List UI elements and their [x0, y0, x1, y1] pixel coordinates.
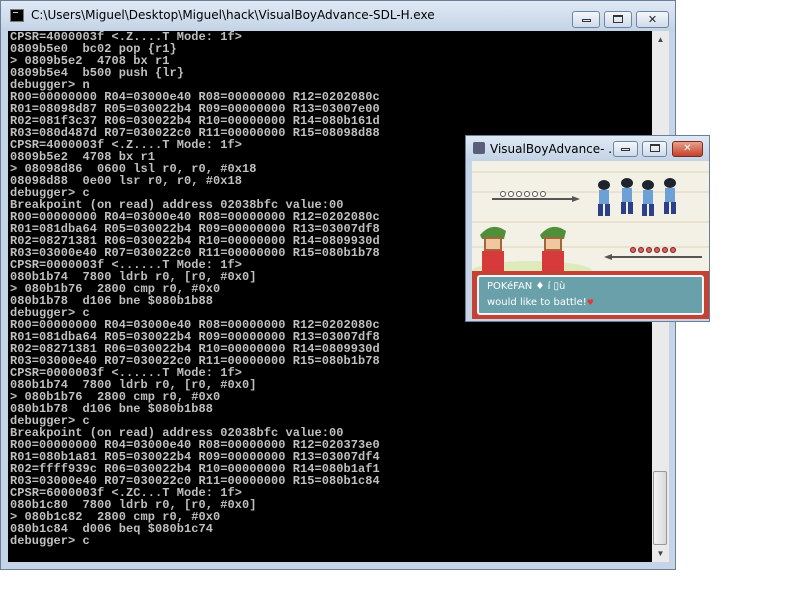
enemy-party-bar [492, 198, 572, 200]
minimize-icon [581, 19, 591, 22]
console-line: 0809b5e4 b500 push {lr} [10, 66, 185, 80]
vba-minimize-button[interactable] [613, 141, 638, 157]
battle-dialog-inner: POKéFAN ♦ í ▯ù would like to battle!♥ [477, 275, 704, 315]
vba-app-icon[interactable] [473, 142, 485, 154]
console-maximize-button[interactable] [604, 11, 632, 28]
console-minimize-button[interactable] [572, 11, 600, 28]
vba-window: VisualBoyAdvance- ... ✕ POKéFAN ♦ í ▯ù w… [465, 135, 710, 322]
console-window-title: C:\Users\Miguel\Desktop\Miguel\hack\Visu… [31, 8, 435, 22]
console-titlebar[interactable]: C:\Users\Miguel\Desktop\Miguel\hack\Visu… [1, 1, 675, 31]
dialog-line-2: would like to battle!♥ [487, 297, 594, 308]
vba-maximize-button[interactable] [642, 141, 667, 157]
vba-titlebar[interactable]: VisualBoyAdvance- ... ✕ [466, 136, 709, 161]
battle-dialog: POKéFAN ♦ í ▯ù would like to battle!♥ [472, 271, 709, 319]
player-party-bar [612, 256, 702, 258]
console-close-button[interactable]: ✕ [636, 11, 669, 28]
minimize-icon [621, 148, 630, 151]
close-icon: ✕ [683, 143, 692, 154]
maximize-icon [649, 144, 660, 152]
game-screen[interactable]: POKéFAN ♦ í ▯ù would like to battle!♥ [472, 161, 709, 319]
console-line: 080b1c84 d006 beq $080b1c74 [10, 522, 214, 536]
heart-icon: ♥ [586, 298, 594, 307]
close-icon: ✕ [647, 13, 658, 26]
scroll-up-icon[interactable]: ▲ [652, 31, 669, 48]
scroll-thumb[interactable] [653, 471, 667, 545]
scroll-down-icon[interactable]: ▼ [652, 545, 669, 562]
maximize-icon [613, 15, 623, 23]
console-line: debugger> c [10, 534, 90, 548]
dialog-line-1: POKéFAN ♦ í ▯ù [487, 281, 566, 292]
console-line: 080b1b78 d106 bne $080b1b88 [10, 402, 214, 416]
console-app-icon[interactable] [10, 9, 24, 22]
dialog-line-2-text: would like to battle! [487, 297, 587, 308]
vba-window-title: VisualBoyAdvance- ... [490, 142, 620, 156]
vba-close-button[interactable]: ✕ [672, 141, 703, 157]
